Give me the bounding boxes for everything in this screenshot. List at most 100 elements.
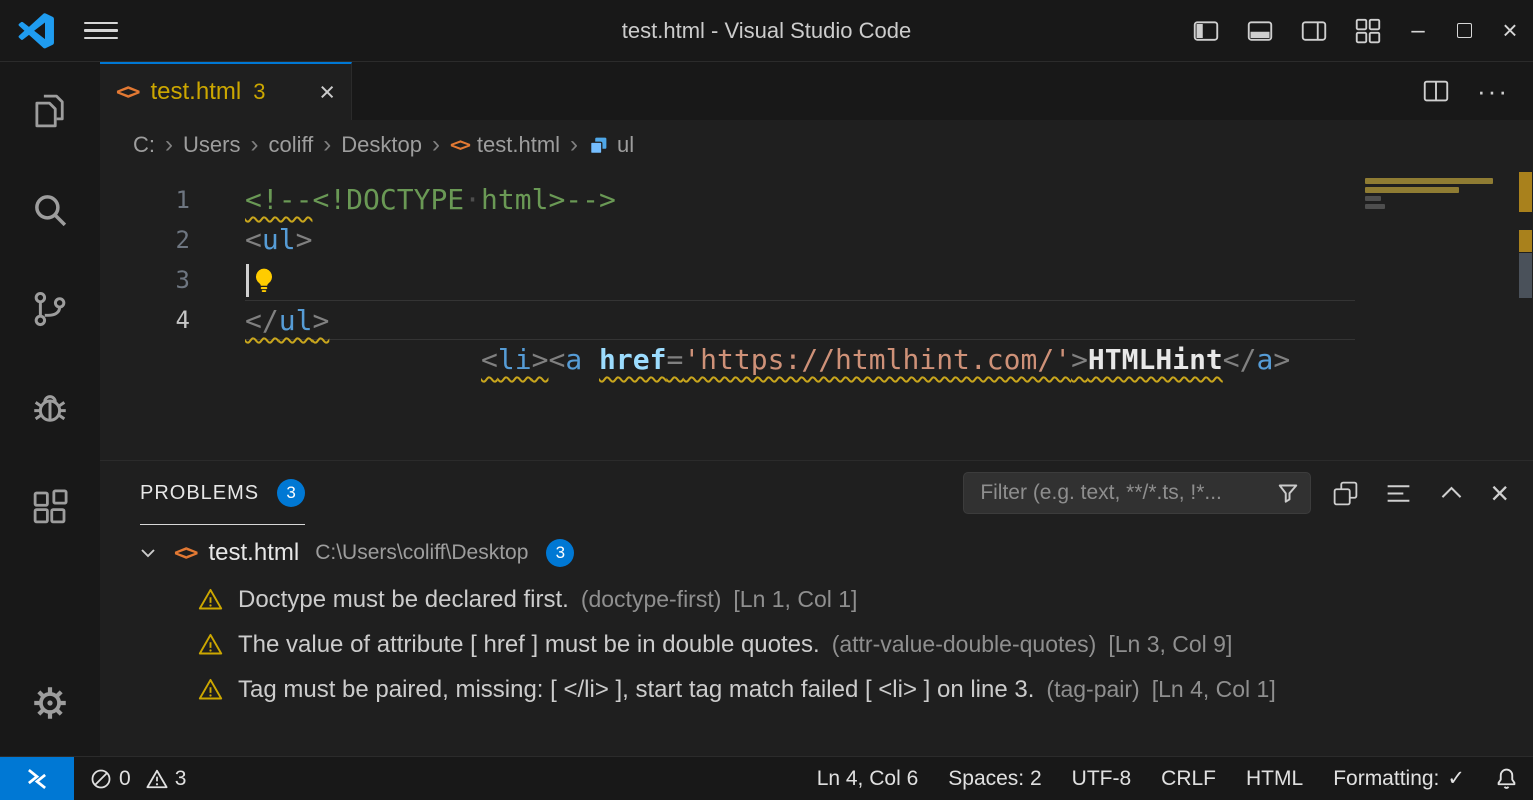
more-actions-icon[interactable]: ··· (1477, 76, 1509, 107)
tab-label: test.html (151, 78, 242, 106)
workbench: <> test.html 3 × ··· C: › Users (100, 62, 1533, 756)
toggle-panel-icon[interactable] (1245, 16, 1275, 46)
code-token: </ (245, 304, 279, 337)
code-token: < (548, 343, 565, 376)
minimap-line (1365, 187, 1459, 193)
eol-sequence[interactable]: CRLF (1146, 767, 1231, 791)
code-token (447, 343, 481, 376)
cursor-position-label: Ln 4, Col 6 (817, 767, 919, 791)
code-token: > (312, 304, 329, 337)
menu-icon[interactable] (84, 18, 118, 44)
problems-filter-input[interactable] (978, 480, 1276, 506)
code-token: < (245, 223, 262, 256)
lightbulb-icon[interactable] (251, 267, 277, 293)
encoding[interactable]: UTF-8 (1057, 767, 1147, 791)
problems-file-path: C:\Users\coliff\Desktop (315, 541, 528, 565)
indentation[interactable]: Spaces: 2 (933, 767, 1056, 791)
file-problems-badge: 3 (546, 539, 574, 567)
formatting-label: Formatting: (1333, 767, 1439, 791)
code-editor[interactable]: 1 <!--<!DOCTYPE·html>--> 2 <ul> 3 (100, 170, 1533, 460)
minimap-line (1365, 196, 1381, 201)
window-title: test.html - Visual Studio Code (622, 18, 911, 44)
code-token: < (481, 343, 498, 376)
extensions-icon[interactable] (26, 483, 74, 531)
breadcrumb-symbol-ul[interactable]: ul (617, 132, 634, 158)
problems-file-row[interactable]: <> test.html C:\Users\coliff\Desktop 3 (100, 529, 1533, 577)
code-token: = (666, 343, 683, 376)
tab-bar: <> test.html 3 × ··· (100, 62, 1533, 120)
breadcrumb-coliff[interactable]: coliff (268, 132, 313, 158)
breadcrumb-drive[interactable]: C: (133, 132, 155, 158)
minimap-line (1365, 178, 1493, 184)
minimize-button[interactable]: – (1395, 0, 1441, 61)
chevron-right-icon: › (165, 131, 173, 159)
source-control-icon[interactable] (26, 285, 74, 333)
chevron-right-icon: › (250, 131, 258, 159)
close-window-button[interactable]: × (1487, 0, 1533, 61)
formatting-status[interactable]: Formatting: ✓ (1318, 766, 1480, 791)
code-token: > (1273, 343, 1290, 376)
filter-icon[interactable] (1276, 481, 1300, 505)
code-token: <!DOCTYPE (312, 183, 464, 216)
code-token (582, 343, 599, 376)
split-editor-icon[interactable] (1421, 76, 1451, 106)
close-panel-icon[interactable]: × (1490, 477, 1509, 509)
check-icon: ✓ (1447, 766, 1465, 791)
collapse-all-icon[interactable] (1384, 479, 1413, 508)
titlebar: test.html - Visual Studio Code – (0, 0, 1533, 62)
language-label: HTML (1246, 767, 1303, 791)
run-debug-icon[interactable] (26, 384, 74, 432)
line-number: 2 (100, 220, 190, 260)
toggle-secondary-sidebar-icon[interactable] (1299, 16, 1329, 46)
chevron-right-icon: › (323, 131, 331, 159)
html-file-icon: <> (174, 541, 197, 566)
editor-actions: ··· (1421, 62, 1533, 120)
breadcrumb-file[interactable]: test.html (477, 132, 560, 158)
panel-header: PROBLEMS 3 (100, 461, 1533, 525)
breadcrumb-users[interactable]: Users (183, 132, 240, 158)
whitespace-dot: · (464, 183, 481, 216)
symbol-element-icon (588, 135, 609, 156)
html-file-icon: <> (116, 80, 139, 105)
scroll-slider[interactable] (1519, 253, 1532, 298)
notifications[interactable] (1480, 767, 1533, 790)
code-line-2[interactable]: 2 <ul> (100, 220, 1533, 260)
tab-test-html[interactable]: <> test.html 3 × (100, 62, 352, 120)
problem-item[interactable]: Tag must be paired, missing: [ </li> ], … (100, 667, 1533, 712)
problem-item[interactable]: The value of attribute [ href ] must be … (100, 622, 1533, 667)
maximize-button[interactable] (1441, 0, 1487, 61)
search-icon[interactable] (26, 186, 74, 234)
tab-close-icon[interactable]: × (319, 79, 335, 106)
settings-gear-icon[interactable] (26, 679, 74, 727)
code-token: li (498, 343, 532, 376)
code-line-3[interactable]: 3 <li><a href='https://htmlhint.com/'>HT… (100, 260, 1533, 300)
problems-count-badge: 3 (277, 479, 305, 507)
indentation-label: Spaces: 2 (948, 767, 1041, 791)
tab-problems[interactable]: PROBLEMS 3 (140, 461, 305, 525)
code-token: <!-- (245, 183, 312, 216)
problems-file-name: test.html (209, 539, 300, 567)
toggle-primary-sidebar-icon[interactable] (1191, 16, 1221, 46)
problem-location: [Ln 3, Col 9] (1108, 631, 1232, 658)
code-token: href (599, 343, 666, 376)
chevron-up-icon[interactable] (1437, 479, 1466, 508)
code-token: a (1257, 343, 1274, 376)
explorer-icon[interactable] (26, 87, 74, 135)
maximize-icon (1457, 23, 1472, 38)
language-mode[interactable]: HTML (1231, 767, 1318, 791)
problem-rule: (doctype-first) (581, 586, 722, 613)
remote-indicator[interactable] (0, 757, 74, 800)
breadcrumb-desktop[interactable]: Desktop (341, 132, 422, 158)
status-problems[interactable]: 0 3 (74, 767, 210, 791)
chevron-down-icon[interactable] (136, 541, 160, 565)
customize-layout-icon[interactable] (1353, 16, 1383, 46)
code-line-1[interactable]: 1 <!--<!DOCTYPE·html>--> (100, 180, 1533, 220)
problem-item[interactable]: Doctype must be declared first. (doctype… (100, 577, 1533, 622)
view-as-table-icon[interactable] (1331, 479, 1360, 508)
code-line-4[interactable]: 4 </ul> (100, 300, 1533, 340)
problem-message: The value of attribute [ href ] must be … (238, 631, 820, 659)
cursor-position[interactable]: Ln 4, Col 6 (802, 767, 934, 791)
problem-rule: (tag-pair) (1046, 676, 1139, 703)
minimap[interactable] (1365, 178, 1505, 212)
panel-actions: × (1331, 477, 1509, 509)
